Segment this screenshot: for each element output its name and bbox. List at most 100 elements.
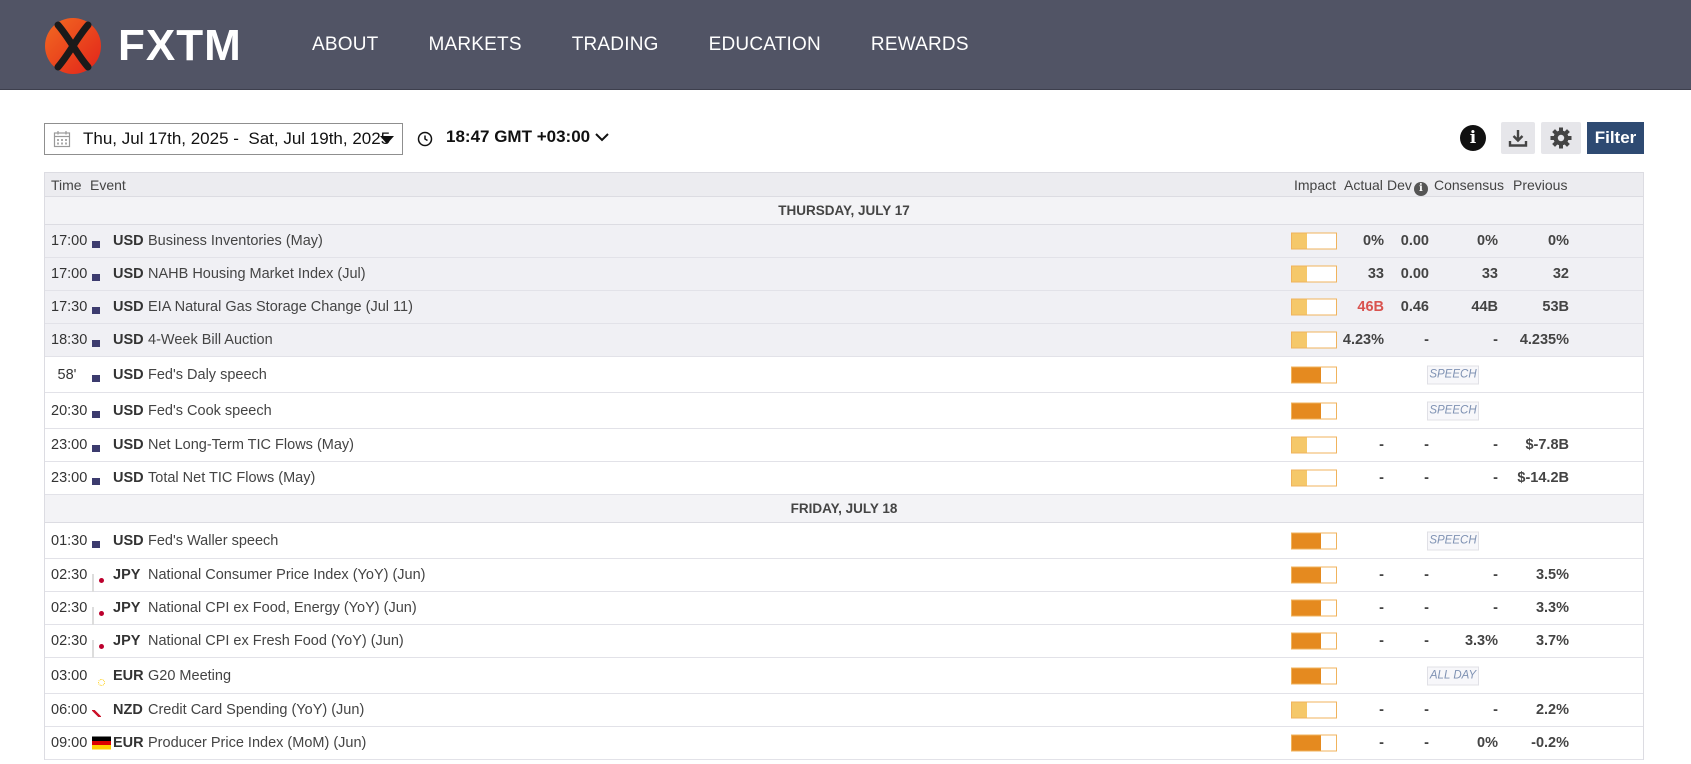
table-row[interactable]: 23:00 USD Total Net TIC Flows (May) - - - $-14… (45, 462, 1643, 495)
nav-education[interactable]: EDUCATION (709, 34, 821, 56)
event-time: 23:00 (51, 437, 88, 453)
table-row[interactable]: 58' USD Fed's Daly speech SPEECH (45, 357, 1643, 393)
currency-code: JPY (113, 600, 141, 616)
header-event: Event (90, 177, 126, 193)
impact-fill (1292, 633, 1322, 649)
event-time: 18:30 (51, 332, 88, 348)
impact-fill (1292, 403, 1322, 418)
header-consensus: Consensus (1434, 177, 1505, 193)
nav-trading[interactable]: TRADING (572, 34, 659, 56)
settings-button[interactable] (1541, 122, 1581, 154)
currency-code: NZD (113, 702, 143, 718)
impact-meter-medium (1291, 366, 1337, 383)
deviation-value: - (1424, 702, 1429, 718)
deviation-value: 0.00 (1400, 266, 1429, 282)
flag-jp-icon (92, 607, 94, 625)
previous-value: 53B (1542, 299, 1569, 315)
calendar-icon (53, 131, 71, 148)
impact-meter-low (1291, 701, 1337, 719)
impact-meter-low (1291, 331, 1337, 349)
table-row[interactable]: 02:30 JPY National CPI ex Fresh Food (YoY)… (45, 625, 1643, 658)
flag-jp-icon (92, 574, 94, 592)
header-actual: Actual (1344, 177, 1383, 193)
event-type-badge: SPEECH (1427, 401, 1479, 420)
currency-code: USD (113, 402, 144, 419)
flag-de-icon (92, 736, 111, 750)
date-range-text: Thu, Jul 17th, 2025 - Sat, Jul 19th, 202… (83, 129, 391, 148)
event-name[interactable]: 4-Week Bill Auction (148, 332, 273, 348)
event-name[interactable]: Fed's Waller speech (148, 533, 278, 549)
consensus-value: 3.3% (1464, 633, 1498, 649)
table-row[interactable]: 18:30 USD 4-Week Bill Auction 4.23% - - 4.235% (45, 324, 1643, 357)
consensus-value: 44B (1471, 299, 1498, 315)
table-row[interactable]: 17:00 USD NAHB Housing Market Index (Jul) 3… (45, 258, 1643, 291)
event-time: 17:30 (51, 299, 88, 315)
filter-button[interactable]: Filter (1587, 122, 1644, 154)
impact-meter-medium (1291, 599, 1337, 617)
previous-value: -0.2% (1531, 735, 1569, 751)
table-row[interactable]: 02:30 JPY National Consumer Price Index (Y… (45, 559, 1643, 592)
table-row[interactable]: 17:30 USD EIA Natural Gas Storage Change (… (45, 291, 1643, 324)
nav-about[interactable]: ABOUT (312, 34, 378, 56)
download-button[interactable] (1501, 122, 1535, 154)
header-dev-label: Dev (1387, 177, 1412, 193)
event-name[interactable]: National Consumer Price Index (YoY) (Jun… (148, 567, 426, 583)
impact-fill (1292, 668, 1322, 683)
table-row[interactable]: 06:00 NZD Credit Card Spending (YoY) (Jun)… (45, 694, 1643, 727)
timezone-selector[interactable]: 18:47 GMT +03:00 (446, 127, 590, 147)
event-type-badge: SPEECH (1427, 531, 1479, 550)
previous-value: 3.7% (1535, 633, 1569, 649)
event-name[interactable]: Business Inventories (May) (148, 233, 323, 249)
actual-value: 0% (1363, 233, 1384, 249)
gear-icon (1550, 127, 1572, 149)
deviation-value: - (1424, 735, 1429, 751)
table-row[interactable]: 17:00 USD Business Inventories (May) 0% 0.00… (45, 225, 1643, 258)
table-row[interactable]: 23:00 USD Net Long-Term TIC Flows (May) - - -… (45, 429, 1643, 462)
event-name[interactable]: Total Net TIC Flows (May) (148, 470, 315, 486)
event-name[interactable]: Net Long-Term TIC Flows (May) (148, 437, 354, 453)
fxtm-logo[interactable]: FXTM (44, 17, 242, 75)
event-name[interactable]: Fed's Cook speech (148, 403, 272, 419)
previous-value: 2.2% (1535, 702, 1569, 718)
table-row[interactable]: 01:30 USD Fed's Waller speech SPEECH (45, 523, 1643, 559)
event-time: 17:00 (51, 266, 88, 282)
event-name[interactable]: Producer Price Index (MoM) (Jun) (148, 735, 366, 751)
impact-fill (1292, 735, 1322, 751)
flag-jp-icon (92, 640, 94, 658)
fxtm-logo-icon (45, 18, 101, 74)
event-name[interactable]: G20 Meeting (148, 668, 231, 684)
table-row[interactable]: 02:30 JPY National CPI ex Food, Energy (Yo… (45, 592, 1643, 625)
currency-code: USD (113, 299, 144, 315)
caret-down-icon (380, 136, 394, 144)
previous-value: $-14.2B (1517, 470, 1569, 486)
info-button[interactable]: i (1460, 125, 1486, 151)
impact-fill (1292, 266, 1307, 282)
info-icon[interactable]: i (1413, 182, 1428, 196)
event-name[interactable]: National CPI ex Fresh Food (YoY) (Jun) (148, 633, 404, 649)
chevron-down-icon[interactable] (594, 131, 610, 143)
table-row[interactable]: 09:00 EUR Producer Price Index (MoM) (Jun)… (45, 727, 1643, 760)
actual-value: 33 (1367, 266, 1384, 282)
event-name[interactable]: Fed's Daly speech (148, 367, 267, 383)
event-name[interactable]: EIA Natural Gas Storage Change (Jul 11) (148, 299, 413, 315)
event-time: 06:00 (51, 702, 88, 718)
table-row[interactable]: 03:00 EUR G20 Meeting ALL DAY (45, 658, 1643, 694)
event-time: 09:00 (51, 735, 88, 751)
nav-markets[interactable]: MARKETS (428, 34, 521, 56)
date-range-picker[interactable]: Thu, Jul 17th, 2025 - Sat, Jul 19th, 202… (44, 123, 403, 155)
event-name[interactable]: NAHB Housing Market Index (Jul) (148, 266, 366, 282)
impact-meter-medium (1291, 667, 1337, 684)
previous-value: 4.235% (1519, 332, 1569, 348)
actual-value: - (1379, 470, 1384, 486)
consensus-value: - (1493, 332, 1498, 348)
table-row[interactable]: 20:30 USD Fed's Cook speech SPEECH (45, 393, 1643, 429)
currency-code: USD (113, 437, 144, 453)
nav-rewards[interactable]: REWARDS (871, 34, 969, 56)
event-name[interactable]: National CPI ex Food, Energy (YoY) (Jun) (148, 600, 417, 616)
table-body: THURSDAY, JULY 17 17:00 USD Business Invent… (45, 197, 1643, 760)
header-time: Time (51, 177, 82, 193)
currency-code: USD (113, 233, 144, 249)
impact-fill (1292, 600, 1322, 616)
currency-code: USD (113, 266, 144, 282)
event-name[interactable]: Credit Card Spending (YoY) (Jun) (148, 702, 364, 718)
